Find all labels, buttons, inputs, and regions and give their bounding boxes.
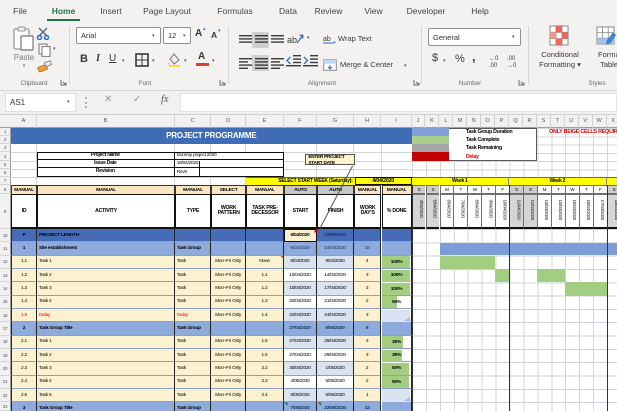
svg-text:.00: .00 [489,63,498,67]
svg-text:ab: ab [323,36,331,43]
svg-text:ab: ab [287,35,297,45]
svg-text:.00: .00 [507,56,516,62]
svg-text:→0: →0 [507,63,517,67]
svg-text:←0: ←0 [489,56,499,62]
